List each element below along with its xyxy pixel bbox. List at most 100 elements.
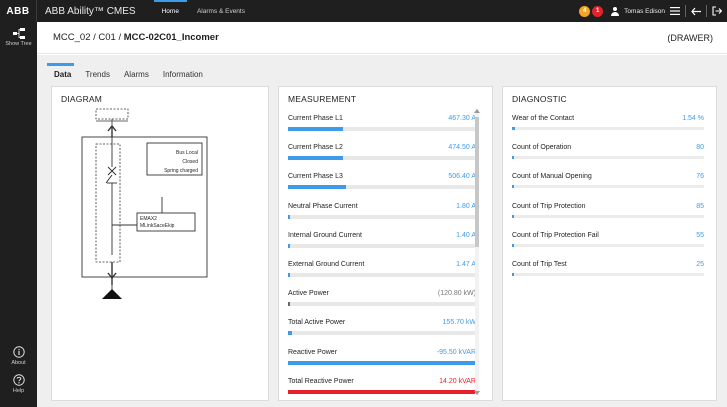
diagnostic-bar xyxy=(512,185,704,189)
measurement-bar-fill xyxy=(288,302,290,307)
show-tree-button[interactable]: Show Tree xyxy=(0,28,37,47)
breadcrumb: MCC_02 / C01 / MCC-02C01_Incomer xyxy=(53,32,219,43)
measurement-row: Current Phase L2 474.50 A xyxy=(288,144,476,164)
measurement-bar xyxy=(288,360,476,365)
diagram-panel: DIAGRAM Bus Local Closed Spring charged … xyxy=(51,86,269,401)
nav-alarms-events[interactable]: Alarms & Events xyxy=(197,0,245,22)
tab-trends[interactable]: Trends xyxy=(78,63,117,85)
status-spring: Spring charged xyxy=(164,168,198,174)
measurement-label: Current Phase L2 xyxy=(288,144,343,152)
device-link: MLinkSaceEkip xyxy=(140,223,175,229)
diagnostic-row: Count of Operation 80 xyxy=(512,144,704,164)
user-name[interactable]: Tomas Edison xyxy=(624,8,665,15)
divider xyxy=(685,5,686,17)
measurement-label: Neutral Phase Current xyxy=(288,202,358,210)
scroll-thumb[interactable] xyxy=(475,117,479,247)
back-arrow-icon[interactable] xyxy=(690,5,702,17)
diagnostic-panel: DIAGNOSTIC Wear of the Contact 1.54 % Coun… xyxy=(502,86,717,401)
measurement-bar xyxy=(288,214,476,219)
measurement-row: Active Power (120.80 kW) xyxy=(288,290,476,310)
measurement-label: Total Reactive Power xyxy=(288,377,354,385)
help-button[interactable]: Help xyxy=(0,374,37,394)
diagnostic-bar xyxy=(512,243,704,247)
measurement-row: Total Active Power 155.70 kW xyxy=(288,319,476,339)
logout-icon[interactable] xyxy=(711,5,723,17)
diagnostic-value: 25 xyxy=(696,261,704,268)
measurement-value: 155.70 kW xyxy=(442,319,476,327)
measurement-row: Current Phase L3 506.40 A xyxy=(288,173,476,193)
diagnostic-bar-fill xyxy=(512,156,514,160)
measurement-value: 506.40 A xyxy=(448,173,476,181)
diagnostic-bar-fill xyxy=(512,127,515,130)
measurement-label: External Ground Current xyxy=(288,261,365,268)
device-mode: (DRAWER) xyxy=(667,32,713,43)
measurement-title: MEASUREMENT xyxy=(288,94,357,104)
about-button[interactable]: About xyxy=(0,346,37,366)
app-title: ABB Ability™ CMES xyxy=(45,5,136,17)
measurement-label: Internal Ground Current xyxy=(288,231,362,239)
abb-logo: ABB xyxy=(0,0,37,22)
measurement-bar-fill xyxy=(288,243,290,248)
measurement-label: Current Phase L1 xyxy=(288,115,343,122)
diagnostic-value: 1.54 % xyxy=(682,115,704,122)
diagnostic-label: Count of Trip Protection Fail xyxy=(512,231,599,239)
warning-count-badge[interactable]: 4 xyxy=(579,5,591,17)
tree-icon xyxy=(12,28,25,39)
tab-bar: Data Trends Alarms Information xyxy=(47,63,210,85)
divider xyxy=(706,5,707,17)
measurement-bar xyxy=(288,185,476,190)
measurement-bar-fill xyxy=(288,360,476,365)
measurement-bar xyxy=(288,127,476,131)
single-line-diagram: Bus Local Closed Spring charged EMAX2 ML… xyxy=(81,108,208,299)
diagnostic-bar-fill xyxy=(512,243,514,247)
measurement-row: Total Reactive Power 14.20 kVAR xyxy=(288,378,476,398)
measurement-bar xyxy=(288,331,476,336)
measurement-bar xyxy=(288,156,476,161)
alarm-count-badge[interactable]: 1 xyxy=(592,5,604,17)
diagnostic-title: DIAGNOSTIC xyxy=(512,94,567,104)
measurement-bar-fill xyxy=(288,331,292,336)
diagnostic-bar xyxy=(512,273,704,276)
measurement-bar-fill xyxy=(288,185,347,190)
measurement-value: 1.40 A xyxy=(456,231,476,239)
scroll-down-icon[interactable] xyxy=(474,391,480,395)
diagnostic-row: Count of Trip Test 25 xyxy=(512,261,704,281)
measurement-label: Reactive Power xyxy=(288,348,338,356)
measurement-bar-fill xyxy=(288,214,290,219)
menu-icon[interactable] xyxy=(669,5,681,17)
diagnostic-bar xyxy=(512,214,704,218)
diagnostic-label: Count of Trip Test xyxy=(512,261,567,268)
measurement-panel: MEASUREMENT Current Phase L1 467.30 A Curr… xyxy=(278,86,493,401)
measurement-value: 474.50 A xyxy=(448,144,476,152)
diagnostic-bar-fill xyxy=(512,273,514,276)
diagnostic-value: 76 xyxy=(696,173,704,181)
about-label: About xyxy=(11,360,26,366)
diagnostic-row: Wear of the Contact 1.54 % xyxy=(512,115,704,135)
measurement-bar xyxy=(288,273,476,277)
measurement-scrollbar[interactable] xyxy=(474,109,480,395)
breadcrumb-path[interactable]: MCC_02 / C01 / xyxy=(53,32,124,43)
measurement-value: 1.80 A xyxy=(456,202,476,210)
measurement-label: Current Phase L3 xyxy=(288,173,343,181)
breadcrumb-current: MCC-02C01_Incomer xyxy=(123,32,219,43)
measurement-bar-fill xyxy=(288,389,476,394)
measurement-bar xyxy=(288,302,476,307)
show-tree-label: Show Tree xyxy=(5,41,32,47)
nav-home[interactable]: Home xyxy=(153,0,188,22)
measurement-row: Internal Ground Current 1.40 A xyxy=(288,232,476,252)
diagnostic-bar-fill xyxy=(512,185,514,189)
info-icon xyxy=(12,346,25,358)
measurement-bar-fill xyxy=(288,127,343,131)
tab-data[interactable]: Data xyxy=(47,63,78,85)
status-bus-local: Bus Local xyxy=(176,150,198,156)
measurement-bar xyxy=(288,389,476,394)
help-label: Help xyxy=(12,388,25,394)
user-icon xyxy=(611,6,620,16)
scroll-up-icon[interactable] xyxy=(474,109,480,113)
measurement-bar xyxy=(288,243,476,248)
tab-information[interactable]: Information xyxy=(156,63,210,85)
help-icon xyxy=(12,374,25,386)
diagnostic-value: 85 xyxy=(696,202,704,210)
measurement-row: External Ground Current 1.47 A xyxy=(288,261,476,281)
tab-alarms[interactable]: Alarms xyxy=(117,63,156,85)
